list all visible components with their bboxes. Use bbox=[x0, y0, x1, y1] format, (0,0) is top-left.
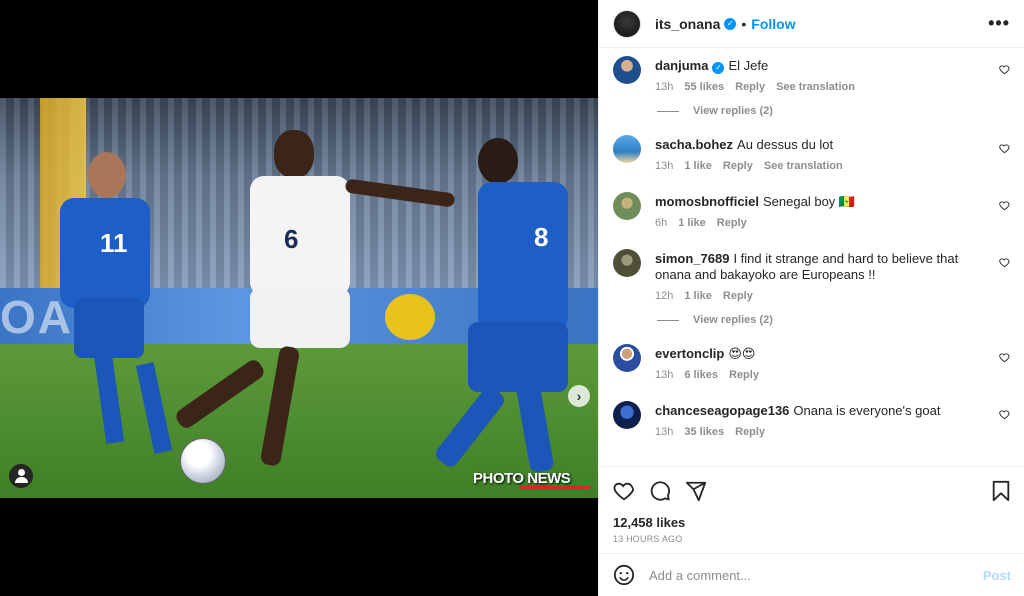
comment-username[interactable]: chanceseagopage136 bbox=[655, 403, 789, 418]
comment-text: El Jefe bbox=[728, 58, 769, 73]
comment-username[interactable]: momosbnofficiel bbox=[655, 194, 759, 209]
reply-button[interactable]: Reply bbox=[729, 369, 759, 381]
see-translation-button[interactable]: See translation bbox=[764, 160, 843, 172]
post-panel: its_onana ✓ • Follow ••• danjuma ✓ El Jefe… bbox=[598, 0, 1024, 596]
heart-icon[interactable] bbox=[999, 64, 1010, 75]
comment-text: Au dessus du lot bbox=[737, 137, 834, 152]
comment-likes[interactable]: 1 like bbox=[678, 217, 706, 229]
comment-username[interactable]: simon_7689 bbox=[655, 251, 729, 266]
verified-badge-icon: ✓ bbox=[712, 62, 725, 74]
comment-time: 13h bbox=[655, 81, 674, 93]
comment-likes[interactable]: 55 likes bbox=[684, 81, 724, 93]
post-media: OAIR 11 6 8 PHOTO NEWS › bbox=[0, 0, 598, 596]
author-username[interactable]: its_onana bbox=[655, 16, 720, 32]
reply-button[interactable]: Reply bbox=[723, 160, 753, 172]
emoji-icon[interactable] bbox=[613, 564, 635, 586]
comment-likes[interactable]: 6 likes bbox=[684, 369, 718, 381]
comment-text: 😍😍 bbox=[728, 346, 756, 361]
commenter-avatar[interactable] bbox=[613, 401, 641, 429]
more-icon[interactable]: ••• bbox=[988, 13, 1010, 34]
post-header: its_onana ✓ • Follow ••• bbox=[599, 0, 1024, 48]
likes-count[interactable]: 12,458 likes bbox=[613, 515, 1011, 530]
reply-button[interactable]: Reply bbox=[717, 217, 747, 229]
comment-username[interactable]: danjuma bbox=[655, 58, 708, 73]
heart-icon[interactable] bbox=[999, 257, 1010, 268]
bookmark-icon[interactable] bbox=[991, 480, 1011, 502]
comment-time: 13h bbox=[655, 426, 674, 438]
comment-likes[interactable]: 1 like bbox=[684, 290, 712, 302]
commenter-avatar[interactable] bbox=[613, 56, 641, 84]
reply-button[interactable]: Reply bbox=[735, 426, 765, 438]
add-comment-bar: Post bbox=[599, 553, 1024, 596]
heart-icon[interactable] bbox=[999, 200, 1010, 211]
view-replies-label: View replies (2) bbox=[693, 314, 773, 326]
watermark-underline bbox=[520, 486, 590, 489]
reply-button[interactable]: Reply bbox=[735, 81, 765, 93]
commenter-avatar[interactable] bbox=[613, 344, 641, 372]
comment-item: simon_7689 I find it strange and hard to … bbox=[613, 249, 1010, 302]
verified-badge-icon: ✓ bbox=[724, 17, 737, 30]
comment-time: 12h bbox=[655, 290, 674, 302]
comment-text: Senegal boy 🇸🇳 bbox=[763, 194, 856, 209]
follow-button[interactable]: Follow bbox=[751, 16, 795, 32]
comment-username[interactable]: evertonclip bbox=[655, 346, 724, 361]
comment-icon[interactable] bbox=[649, 480, 671, 502]
chevron-right-icon[interactable]: › bbox=[568, 385, 590, 407]
view-replies-button[interactable]: View replies (2) bbox=[657, 105, 1010, 117]
reply-button[interactable]: Reply bbox=[723, 290, 753, 302]
commenter-avatar[interactable] bbox=[613, 135, 641, 163]
header-separator: • bbox=[741, 15, 747, 32]
comment-input[interactable] bbox=[649, 567, 983, 583]
post-timestamp: 13 HOURS AGO bbox=[613, 534, 683, 544]
comment-likes[interactable]: 1 like bbox=[684, 160, 712, 172]
football bbox=[180, 438, 226, 484]
comment-time: 13h bbox=[655, 160, 674, 172]
advertising-logo bbox=[385, 294, 435, 340]
user-tag-icon[interactable] bbox=[9, 464, 33, 488]
comment-item: danjuma ✓ El Jefe 13h 55 likes Reply See tran… bbox=[613, 56, 1010, 93]
heart-icon[interactable] bbox=[999, 352, 1010, 363]
comment-time: 6h bbox=[655, 217, 668, 229]
comment-likes[interactable]: 35 likes bbox=[684, 426, 724, 438]
commenter-avatar[interactable] bbox=[613, 192, 641, 220]
comment-text: Onana is everyone's goat bbox=[793, 403, 941, 418]
post-comment-button[interactable]: Post bbox=[983, 568, 1011, 583]
commenter-avatar[interactable] bbox=[613, 249, 641, 277]
comment-item: chanceseagopage136 Onana is everyone's go… bbox=[613, 401, 1010, 438]
comment-item: sacha.bohez Au dessus du lot 13h 1 like Rep… bbox=[613, 135, 1010, 172]
post-actions: 12,458 likes 13 HOURS AGO bbox=[599, 466, 1024, 544]
comments-list: danjuma ✓ El Jefe 13h 55 likes Reply See tran… bbox=[599, 48, 1024, 466]
heart-icon[interactable] bbox=[999, 409, 1010, 420]
view-replies-label: View replies (2) bbox=[693, 105, 773, 117]
share-icon[interactable] bbox=[685, 480, 707, 502]
heart-icon[interactable] bbox=[999, 143, 1010, 154]
image-watermark: PHOTO NEWS bbox=[473, 470, 571, 487]
see-translation-button[interactable]: See translation bbox=[776, 81, 855, 93]
author-avatar[interactable] bbox=[613, 9, 641, 38]
heart-icon[interactable] bbox=[613, 480, 635, 502]
comment-item: evertonclip 😍😍 13h 6 likes Reply bbox=[613, 344, 1010, 381]
comment-time: 13h bbox=[655, 369, 674, 381]
comment-item: momosbnofficiel Senegal boy 🇸🇳 6h 1 like Re… bbox=[613, 192, 1010, 229]
view-replies-button[interactable]: View replies (2) bbox=[657, 314, 1010, 326]
post-image[interactable]: OAIR 11 6 8 PHOTO NEWS › bbox=[0, 98, 598, 498]
comment-username[interactable]: sacha.bohez bbox=[655, 137, 733, 152]
